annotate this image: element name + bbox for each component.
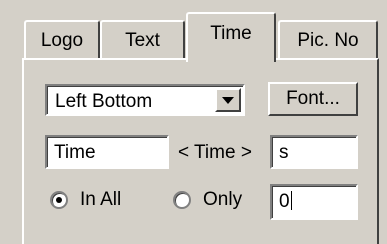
only-count-input[interactable]: 0: [270, 184, 358, 220]
tab-time[interactable]: Time: [186, 12, 276, 62]
in-all-radio[interactable]: [50, 191, 68, 209]
position-select-value: Left Bottom: [55, 91, 153, 112]
chevron-down-icon: [222, 96, 234, 104]
time-prefix-input[interactable]: Time: [45, 135, 169, 169]
tab-pic-no[interactable]: Pic. No: [278, 20, 378, 59]
font-button-label: Font...: [286, 88, 340, 109]
tab-logo-label: Logo: [40, 29, 84, 51]
time-suffix-input[interactable]: s: [270, 135, 358, 169]
font-button[interactable]: Font...: [268, 82, 358, 116]
time-settings-page: Logo Text Time Pic. No Left Bottom Font.…: [0, 0, 387, 244]
tab-logo[interactable]: Logo: [24, 20, 100, 59]
tab-pic-no-label: Pic. No: [297, 29, 359, 51]
time-suffix-value: s: [279, 142, 289, 163]
only-radio[interactable]: [173, 191, 191, 209]
radio-selected-dot: [56, 197, 62, 203]
position-select[interactable]: Left Bottom: [45, 84, 245, 116]
only-count-value: 0: [279, 191, 292, 213]
time-token-label: < Time >: [178, 142, 252, 163]
position-dropdown-button[interactable]: [215, 88, 241, 112]
tab-time-label: Time: [210, 23, 252, 44]
in-all-label[interactable]: In All: [80, 189, 121, 211]
text-caret: [290, 191, 292, 210]
only-label[interactable]: Only: [203, 189, 242, 211]
tab-text-label: Text: [125, 29, 160, 51]
only-count-text: 0: [279, 191, 290, 212]
tab-text[interactable]: Text: [100, 20, 185, 59]
time-prefix-value: Time: [54, 142, 96, 163]
